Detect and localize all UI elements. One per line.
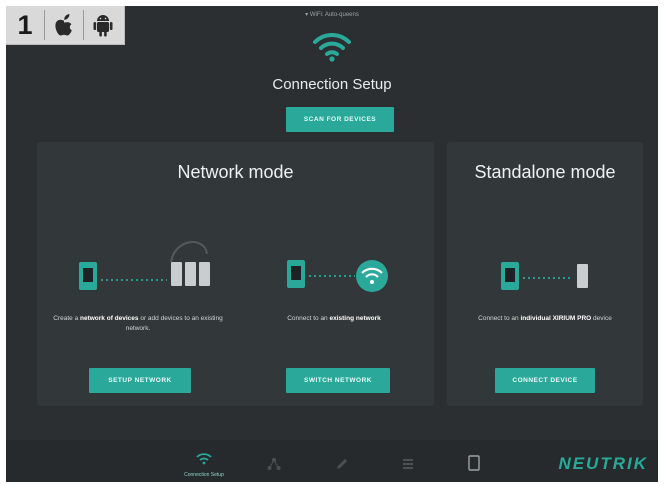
- edit-icon: [312, 457, 372, 476]
- network-icon: [244, 457, 304, 476]
- setup-network-description: Create a network of devices or add devic…: [53, 315, 223, 332]
- network-mode-panel: Network mode Create a network of devices…: [37, 142, 434, 406]
- wifi-icon: [312, 30, 352, 69]
- standalone-illustration: [497, 256, 597, 301]
- nav-item-connection-setup[interactable]: Connection Setup: [174, 452, 234, 478]
- wifi-status-icon: ▾: [305, 12, 309, 18]
- apple-icon: [45, 12, 83, 38]
- bottom-nav: Connection Setup NEUTRIK: [6, 440, 658, 482]
- wifi-icon: [174, 452, 234, 470]
- device-icon: [444, 455, 504, 476]
- nav-item-network[interactable]: [244, 457, 304, 478]
- nav-item-list[interactable]: [378, 457, 438, 478]
- step-number: 1: [17, 9, 33, 40]
- scan-for-devices-button[interactable]: SCAN FOR DEVICES: [286, 107, 394, 132]
- wifi-status-text: WiFi: Auto-queens: [309, 12, 359, 18]
- platform-badge: 1: [6, 6, 125, 45]
- switch-network-description: Connect to an existing network: [287, 315, 381, 322]
- nav-item-device[interactable]: [444, 455, 504, 478]
- network-mode-title: Network mode: [177, 162, 294, 182]
- standalone-mode-title: Standalone mode: [474, 162, 616, 182]
- nav-label: Connection Setup: [184, 472, 224, 478]
- switch-network-illustration: [283, 254, 393, 299]
- setup-network-illustration: [75, 240, 215, 301]
- standalone-description: Connect to an individual XIRIUM PRO devi…: [478, 315, 612, 322]
- setup-network-button[interactable]: SETUP NETWORK: [89, 368, 191, 393]
- page-title: Connection Setup: [272, 76, 392, 93]
- list-icon: [378, 457, 438, 476]
- nav-item-edit[interactable]: [312, 457, 372, 478]
- neutrik-logo: NEUTRIK: [558, 454, 648, 473]
- app-screen: ▾ WiFi: Auto-queens Connection Setup SCA…: [6, 6, 658, 482]
- switch-network-button[interactable]: SWITCH NETWORK: [286, 368, 390, 393]
- connect-device-button[interactable]: CONNECT DEVICE: [495, 368, 595, 393]
- standalone-mode-panel: Standalone mode Connect to an individual…: [447, 142, 643, 406]
- android-icon: [84, 12, 122, 38]
